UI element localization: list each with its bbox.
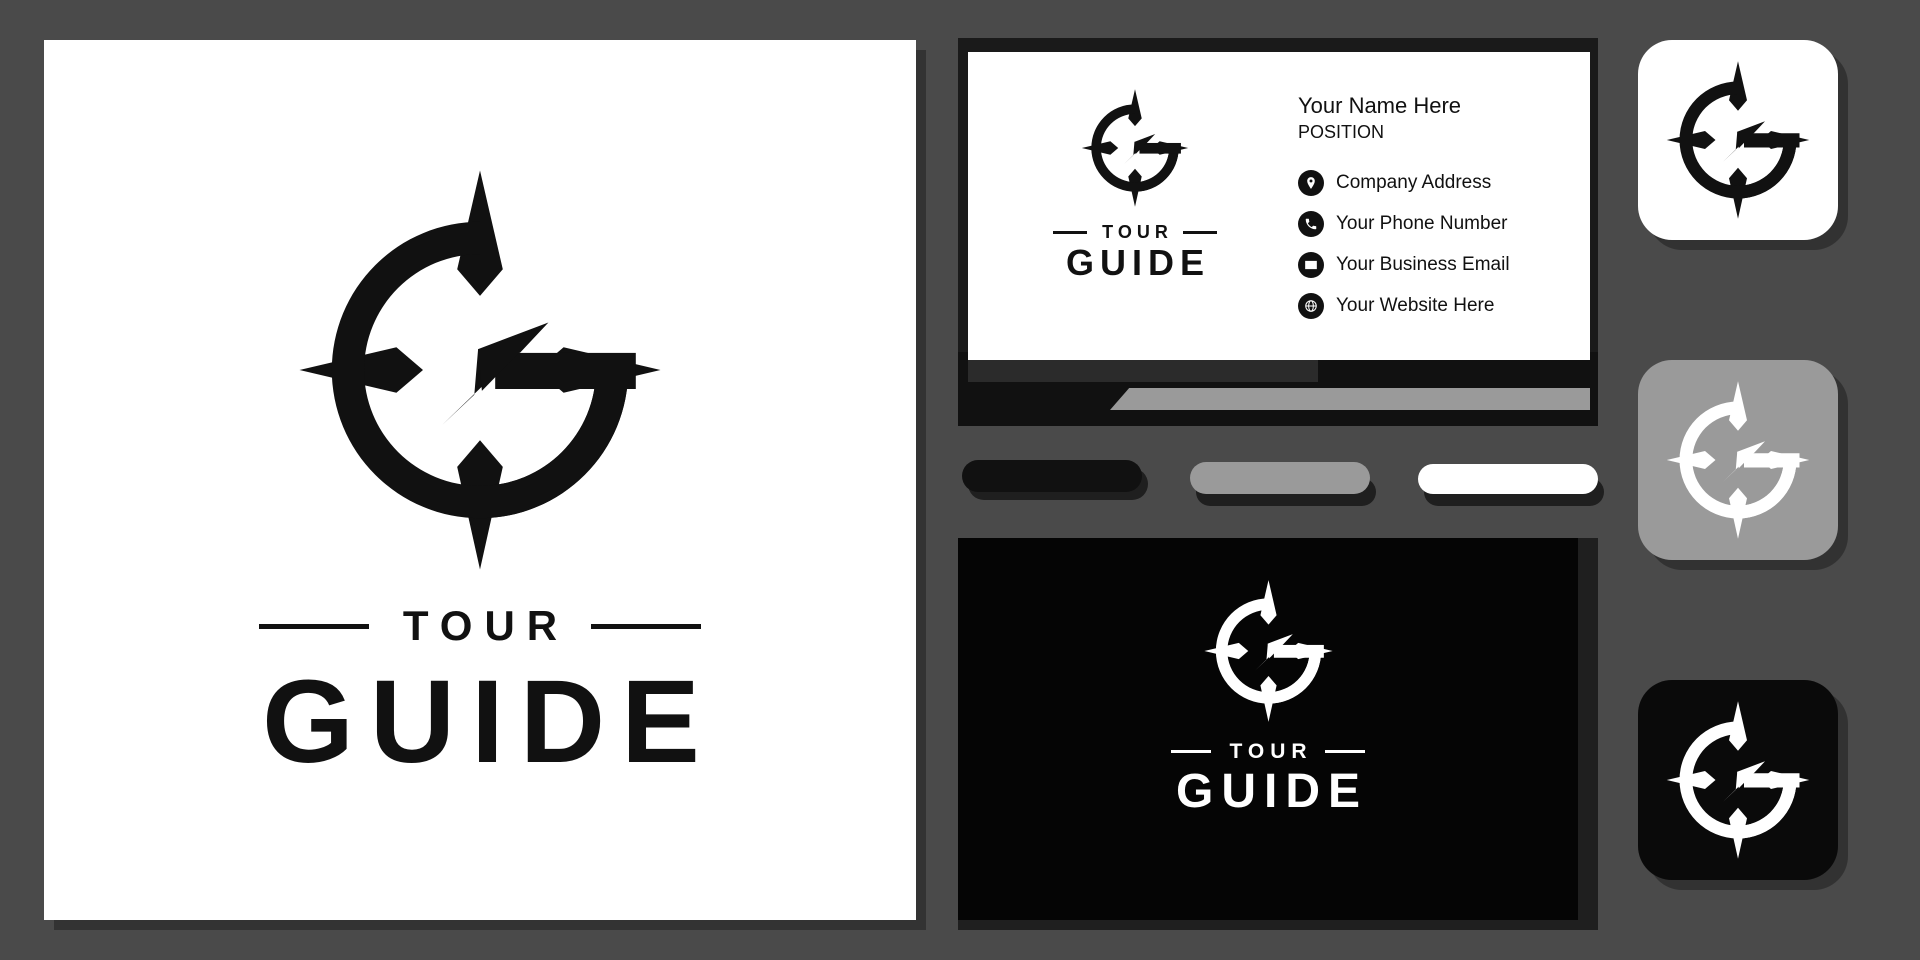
business-card-logo: TOUR GUIDE bbox=[1020, 88, 1250, 284]
compass-arrow-icon bbox=[299, 170, 661, 570]
card-contact-list: Company Address Your Phone Number Your B… bbox=[1298, 169, 1578, 319]
divider-left bbox=[1171, 750, 1212, 753]
pill-gray bbox=[1190, 462, 1370, 494]
divider-left bbox=[258, 623, 369, 629]
divider-right bbox=[1182, 230, 1217, 234]
contact-row-website: Your Website Here bbox=[1298, 292, 1578, 319]
contact-text-email: Your Business Email bbox=[1336, 254, 1510, 276]
business-card-front: TOUR GUIDE Your Name Here POSITION Compa… bbox=[968, 52, 1590, 360]
dark-guide-text: GUIDE bbox=[1175, 765, 1368, 818]
main-tour-text: TOUR bbox=[402, 602, 570, 649]
main-guide-text: GUIDE bbox=[262, 656, 716, 788]
main-tour-row: TOUR bbox=[44, 605, 916, 647]
compass-arrow-icon bbox=[1081, 89, 1189, 207]
business-card-base-accent bbox=[968, 358, 1318, 382]
compass-arrow-icon bbox=[1203, 580, 1333, 722]
card-tour-text: TOUR bbox=[1102, 222, 1173, 242]
contact-text-website: Your Website Here bbox=[1336, 295, 1495, 317]
dark-logo-wrapper: TOUR GUIDE bbox=[958, 580, 1578, 822]
compass-arrow-icon bbox=[1666, 381, 1810, 539]
tile-black bbox=[1638, 680, 1838, 880]
card-tour-row: TOUR bbox=[1020, 223, 1250, 241]
presentation-canvas: TOUR GUIDE TOUR GUIDE Your Name Here POS… bbox=[0, 0, 1920, 960]
divider-right bbox=[591, 623, 702, 629]
compass-arrow-icon bbox=[1666, 61, 1810, 219]
card-name: Your Name Here bbox=[1298, 93, 1462, 118]
divider-right bbox=[1324, 750, 1365, 753]
main-logo-panel: TOUR GUIDE bbox=[44, 40, 916, 920]
main-logo-mark-wrapper bbox=[44, 170, 916, 575]
tile-white bbox=[1638, 40, 1838, 240]
envelope-icon bbox=[1298, 251, 1324, 278]
business-card-base-strip bbox=[1110, 388, 1590, 410]
contact-row-phone: Your Phone Number bbox=[1298, 210, 1578, 237]
phone-icon bbox=[1298, 210, 1324, 237]
divider-left bbox=[1053, 230, 1088, 234]
dark-logo-panel: TOUR GUIDE bbox=[958, 538, 1578, 920]
globe-icon bbox=[1298, 292, 1324, 319]
dark-tour-text: TOUR bbox=[1229, 740, 1313, 763]
tile-gray bbox=[1638, 360, 1838, 560]
pill-white bbox=[1418, 464, 1598, 494]
contact-text-phone: Your Phone Number bbox=[1336, 213, 1508, 235]
pill-dark bbox=[962, 460, 1142, 492]
contact-text-address: Company Address bbox=[1336, 172, 1492, 194]
dark-tour-row: TOUR bbox=[958, 741, 1578, 762]
location-pin-icon bbox=[1298, 169, 1324, 196]
card-position: POSITION bbox=[1298, 121, 1385, 142]
card-guide-text: GUIDE bbox=[1065, 242, 1210, 283]
contact-row-address: Company Address bbox=[1298, 169, 1578, 196]
business-card-details: Your Name Here POSITION Company Address … bbox=[1298, 92, 1578, 334]
contact-row-email: Your Business Email bbox=[1298, 251, 1578, 278]
compass-arrow-icon bbox=[1666, 701, 1810, 859]
